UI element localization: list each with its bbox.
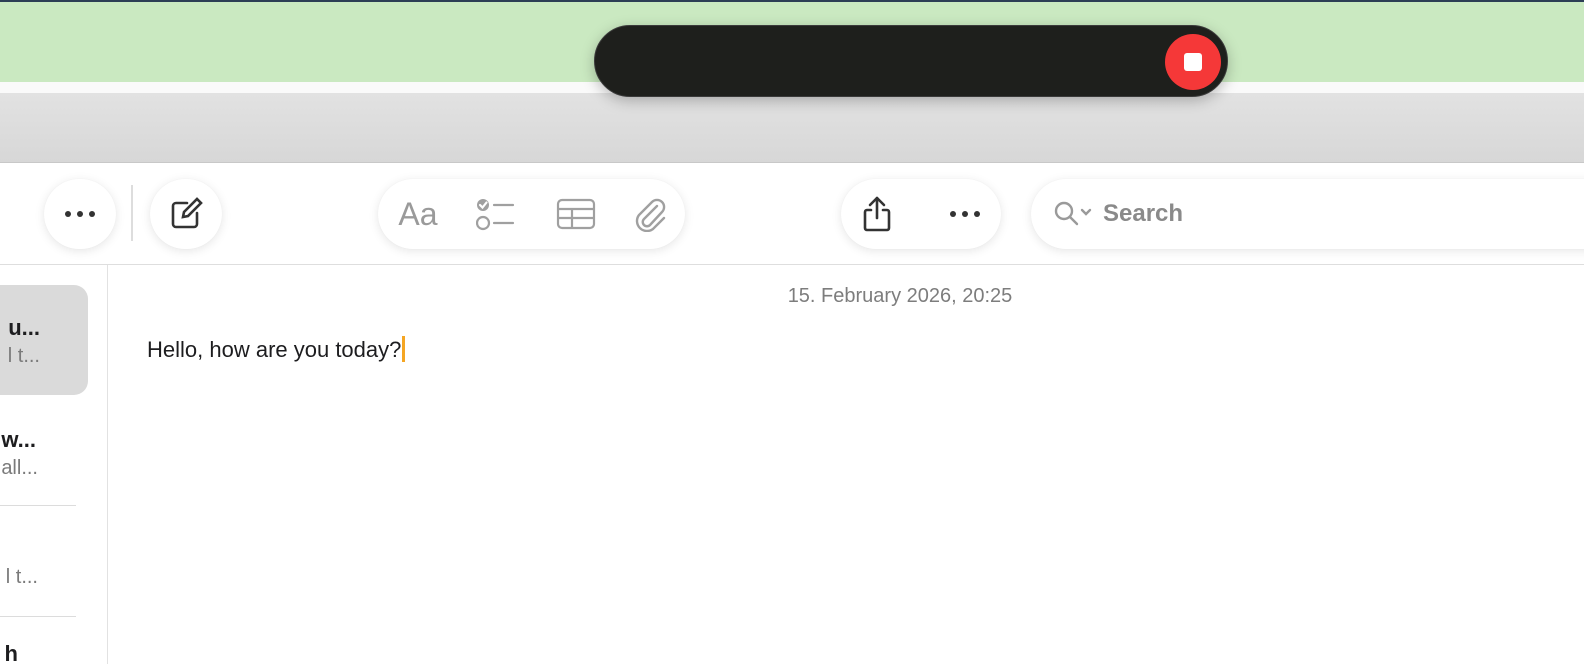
share-icon [863,196,891,232]
list-item[interactable]: l t... [0,506,88,616]
notes-list: u... l t... w... all... l t... h [0,265,108,664]
ellipsis-icon [65,211,95,217]
stop-recording-button[interactable] [1165,34,1221,90]
note-timestamp: 15. February 2026, 20:25 [787,285,1013,307]
note-item-title: h [4,641,18,664]
note-item-title: u... [8,315,40,340]
new-note-button[interactable] [150,179,222,249]
paperclip-icon [635,198,666,232]
note-item-preview: all... [1,457,38,479]
search-icon [1054,201,1092,226]
list-item[interactable]: h [0,617,88,664]
format-text-button[interactable]: Aa [390,186,446,242]
share-group [841,179,1001,249]
note-item-preview: l t... [5,566,38,588]
stop-icon [1184,53,1202,71]
toolbar-divider [131,185,133,241]
more-options-button[interactable] [44,179,116,249]
table-icon [556,198,596,230]
table-button[interactable] [548,186,604,242]
list-item[interactable]: u... l t... [0,285,88,395]
compose-icon [171,197,203,229]
search-input[interactable] [1101,199,1525,229]
format-text-icon: Aa [398,195,438,232]
ellipsis-icon [950,211,980,217]
search-field[interactable] [1031,179,1584,249]
format-group: Aa [378,179,685,249]
window-titlebar[interactable] [0,93,1584,163]
list-item[interactable]: w... all... [0,405,88,505]
note-body-text: Hello, how are you today? [147,337,402,362]
checklist-button[interactable] [468,186,524,242]
waveform-icon [619,59,1095,63]
share-button[interactable] [849,186,905,242]
recording-overlay [594,25,1228,97]
text-caret [402,336,406,362]
note-item-title: w... [1,427,36,452]
note-editor[interactable]: Hello, how are you today? [147,336,406,363]
checklist-icon [476,199,515,231]
attach-button[interactable] [622,186,678,242]
note-more-button[interactable] [937,186,993,242]
note-item-preview: l t... [7,345,40,367]
